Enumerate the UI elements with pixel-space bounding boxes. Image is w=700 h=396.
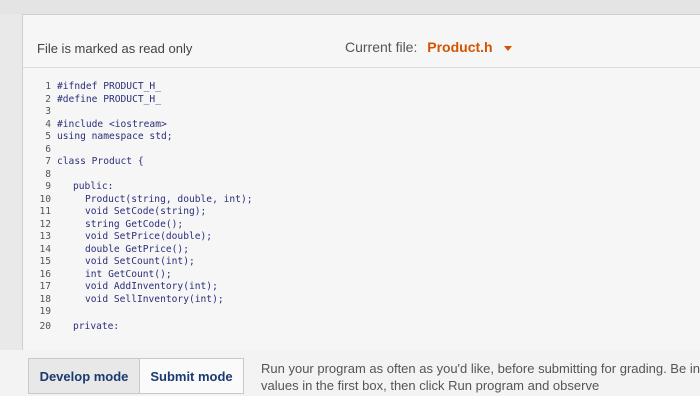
current-file-selector[interactable]: Current file: Product.h [345,39,513,55]
code-editor[interactable]: 1 #ifndef PRODUCT_H_ 2 #define PRODUCT_H_ … [23,75,700,345]
line-text: void AddInventory(int); [85,281,218,292]
line-number: 18 [39,293,51,305]
line-text: double GetPrice(); [85,243,189,255]
line-number: 19 [39,306,51,317]
line-number: 7 [45,156,51,167]
line-text: #define PRODUCT_H_ [57,93,161,105]
line-text: void SetPrice(double); [85,231,213,242]
editor-panel: File is marked as read only Current file… [22,14,700,352]
code-line: 20 private: [23,321,119,333]
code-line: 1 #ifndef PRODUCT_H_ [23,81,161,93]
code-line: 17 void AddInventory(int); [23,281,218,293]
line-text: int GetCount(); [85,268,172,280]
line-number: 14 [39,243,51,255]
line-text: void SellInventory(int); [85,293,224,305]
line-number: 6 [45,143,51,155]
line-number: 12 [39,218,51,230]
instructions-text: Run your program as often as you'd like,… [261,361,700,393]
line-text: #ifndef PRODUCT_H_ [57,81,161,92]
code-line: 13 void SetPrice(double); [23,231,212,243]
line-number: 1 [45,81,51,92]
line-number: 2 [45,93,51,105]
chevron-down-icon[interactable] [504,45,513,51]
code-line: 9 public: [23,181,113,193]
code-line: 7 class Product { [23,156,144,168]
line-number: 16 [39,268,51,280]
code-line: 15 void SetCount(int); [23,256,195,268]
develop-mode-tab[interactable]: Develop mode [28,358,140,394]
line-text: string GetCode(); [85,218,184,230]
code-line: 4 #include <iostream> [23,119,167,131]
file-header: File is marked as read only Current file… [23,15,700,68]
code-line: 14 double GetPrice(); [23,244,189,256]
line-text: using namespace std; [57,131,173,142]
code-line: 8 [23,169,57,181]
line-text: class Product { [57,156,144,167]
line-text: Product(string, double, int); [85,193,253,205]
code-line: 19 [23,306,57,318]
line-number: 4 [45,118,51,130]
code-line: 2 #define PRODUCT_H_ [23,94,161,106]
line-number: 5 [45,131,51,142]
code-line: 5 using namespace std; [23,131,173,143]
line-number: 8 [45,168,51,180]
code-line: 6 [23,144,57,156]
line-number: 20 [39,321,51,332]
readonly-note: File is marked as read only [37,41,193,56]
code-line: 18 void SellInventory(int); [23,293,224,306]
code-line: 16 int GetCount(); [23,268,172,281]
submit-mode-tab[interactable]: Submit mode [140,358,244,394]
code-line: 12 string GetCode(); [23,219,183,231]
line-number: 11 [39,206,51,217]
code-line: 3 [23,106,57,118]
current-file-name[interactable]: Product.h [427,39,492,55]
current-file-label: Current file: [345,39,418,55]
line-text: void SetCode(string); [85,206,207,217]
line-text: public: [73,181,114,192]
line-text: void SetCount(int); [85,256,195,267]
line-number: 13 [39,231,51,242]
mode-bar: Develop mode Submit mode Run your progra… [0,350,700,396]
line-number: 10 [39,193,51,205]
top-strip [0,0,700,14]
line-number: 3 [45,106,51,117]
line-number: 17 [39,281,51,292]
line-text: #include <iostream> [57,118,167,130]
code-line: 11 void SetCode(string); [23,206,206,218]
line-text: private: [73,321,120,332]
code-line: 10 Product(string, double, int); [23,193,253,206]
line-number: 15 [39,256,51,267]
line-number: 9 [45,181,51,192]
